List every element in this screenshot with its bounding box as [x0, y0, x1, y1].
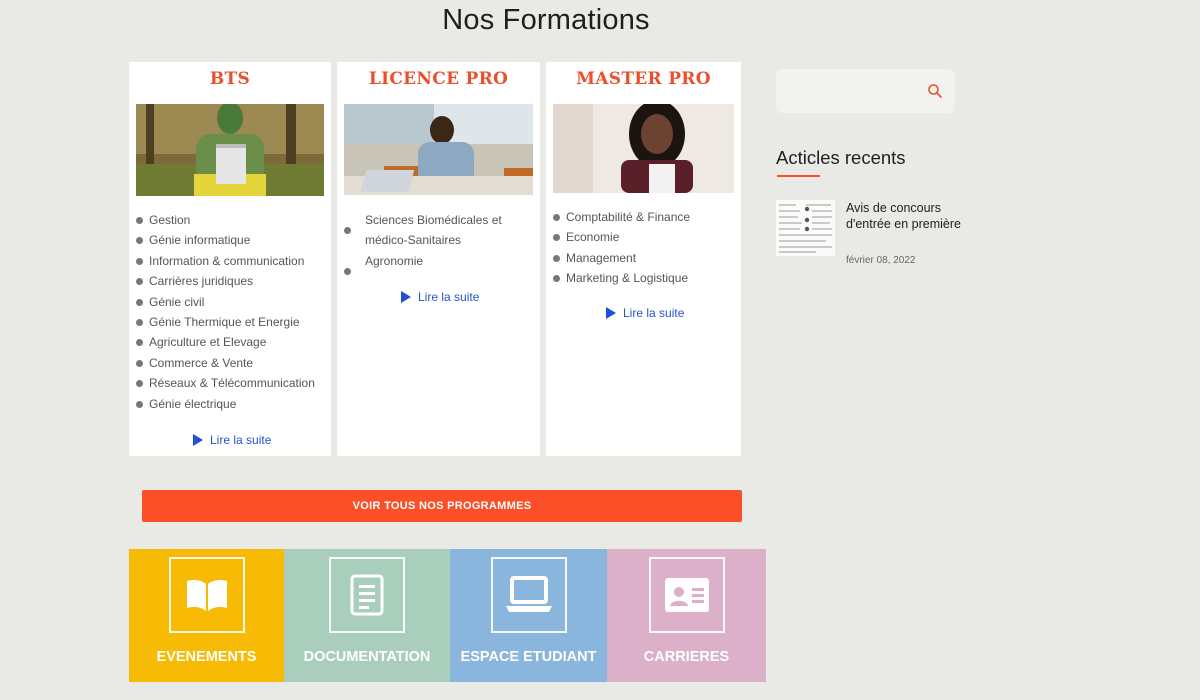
list-item: Génie électrique — [136, 394, 326, 414]
formation-card-bts: BTS Gestion Génie informatique Informati… — [129, 62, 331, 456]
list-item: Comptabilité & Finance — [553, 207, 735, 227]
list-item: Carrières juridiques — [136, 271, 326, 291]
page-title: Nos Formations — [442, 4, 650, 36]
tile-label: CARRIERES — [643, 649, 730, 665]
list-item: Réseaux & Télécommunication — [136, 373, 326, 393]
list-item: Sciences Biomédicales et médico-Sanitair… — [344, 210, 534, 251]
list-item: Génie Thermique et Energie — [136, 312, 326, 332]
heading-underline — [777, 175, 820, 177]
tile-icon-frame — [490, 557, 567, 633]
search-input[interactable] — [784, 79, 924, 103]
formation-card-master-pro: MASTER PRO Comptabilité & Finance Econom… — [546, 62, 741, 456]
tile-label: DOCUMENTATION — [303, 649, 431, 665]
id-card-icon — [664, 578, 709, 612]
play-triangle-icon — [193, 434, 203, 446]
list-item: Marketing & Logistique — [553, 268, 735, 288]
play-triangle-icon — [401, 291, 411, 303]
tile-label: ESPACE ETUDIANT — [460, 649, 597, 665]
tile-espace-etudiant[interactable]: ESPACE ETUDIANT — [450, 549, 607, 682]
article-title-link[interactable]: Avis de concours d'entrée en première — [846, 200, 961, 232]
view-all-programs-button[interactable]: VOIR TOUS NOS PROGRAMMES — [142, 490, 742, 522]
list-item: Agriculture et Elevage — [136, 332, 326, 352]
tile-documentation[interactable]: DOCUMENTATION — [284, 549, 450, 682]
program-list: Sciences Biomédicales et médico-Sanitair… — [344, 210, 534, 276]
student-photo — [136, 104, 324, 196]
play-triangle-icon — [606, 307, 616, 319]
program-list: Gestion Génie informatique Information &… — [136, 210, 326, 414]
student-photo — [344, 104, 533, 195]
document-icon — [350, 574, 384, 616]
list-item: Commerce & Vente — [136, 353, 326, 373]
search-icon[interactable] — [927, 83, 943, 99]
list-item: Génie civil — [136, 292, 326, 312]
document-thumbnail-icon — [776, 200, 835, 256]
list-item: Economie — [553, 227, 735, 247]
list-item: Génie informatique — [136, 230, 326, 250]
open-book-icon — [186, 580, 227, 611]
program-list: Comptabilité & Finance Economie Manageme… — [553, 207, 735, 289]
tile-carrieres[interactable]: CARRIERES — [607, 549, 766, 682]
read-more-label: Lire la suite — [210, 433, 272, 447]
read-more-link[interactable]: Lire la suite — [606, 306, 684, 320]
read-more-label: Lire la suite — [418, 290, 480, 304]
laptop-icon — [505, 576, 552, 612]
card-title: LICENCE PRO — [368, 69, 509, 89]
card-title: MASTER PRO — [576, 69, 711, 89]
search-box — [776, 69, 955, 113]
tile-icon-frame — [648, 557, 725, 633]
article-thumbnail[interactable] — [776, 200, 835, 256]
article-date: février 08, 2022 — [846, 255, 916, 266]
tile-label: EVENEMENTS — [156, 649, 257, 665]
read-more-link[interactable]: Lire la suite — [401, 290, 479, 304]
student-photo — [553, 104, 734, 193]
list-item: Agronomie — [344, 251, 534, 276]
recent-articles-heading: Acticles recents — [776, 147, 906, 168]
formation-card-licence-pro: LICENCE PRO Sciences Biomédicales et méd… — [337, 62, 540, 456]
list-item: Management — [553, 248, 735, 268]
tile-icon-frame — [168, 557, 245, 633]
read-more-link[interactable]: Lire la suite — [193, 433, 271, 447]
list-item: Information & communication — [136, 251, 326, 271]
list-item: Gestion — [136, 210, 326, 230]
tile-evenements[interactable]: EVENEMENTS — [129, 549, 284, 682]
tile-icon-frame — [329, 557, 405, 633]
read-more-label: Lire la suite — [623, 306, 685, 320]
card-title: BTS — [209, 69, 251, 89]
